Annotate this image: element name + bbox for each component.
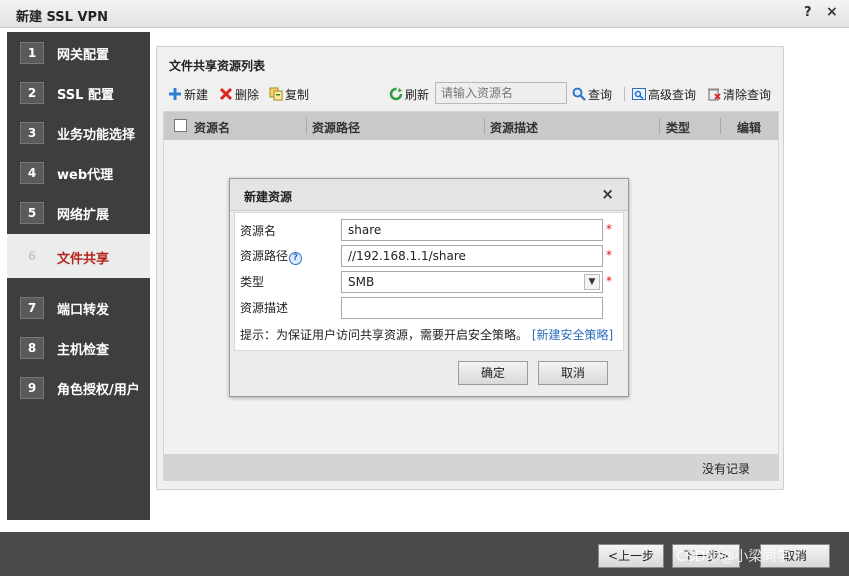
column-header-type[interactable]: 类型	[666, 119, 690, 136]
step-label: SSL 配置	[57, 88, 114, 103]
step-label: 网关配置	[57, 48, 110, 63]
help-icon[interactable]: ?	[804, 5, 812, 20]
resource-type-select[interactable]: SMB ▼	[341, 271, 603, 293]
required-mark: *	[606, 222, 612, 236]
query-label: 查询	[588, 88, 613, 102]
step-item-role-auth[interactable]: 9 角色授权/用户	[7, 369, 150, 405]
resource-path-input[interactable]	[341, 245, 603, 267]
select-all-checkbox[interactable]	[174, 119, 187, 132]
step-label: 主机检查	[57, 343, 110, 358]
copy-icon	[269, 87, 283, 101]
step-item-web-proxy[interactable]: 4 web代理	[7, 154, 150, 190]
new-security-policy-link[interactable]: [新建安全策略]	[532, 328, 613, 342]
advanced-query-button[interactable]: 高级查询	[632, 86, 696, 103]
step-number: 7	[20, 297, 44, 319]
advanced-query-label: 高级查询	[648, 88, 697, 102]
resource-description-label: 资源描述	[240, 301, 289, 315]
step-number: 2	[20, 82, 44, 104]
wizard-footer: <上一步 下一步> 取消 CSDN @小梁同学	[0, 532, 849, 576]
resource-path-label: 资源路径?	[240, 247, 303, 265]
dialog-close-icon[interactable]: ×	[601, 185, 614, 203]
new-resource-dialog: 新建资源 × 资源名 * 资源路径? * 类型 SMB ▼ * 资源描述 提示：…	[229, 178, 629, 397]
column-header-edit[interactable]: 编辑	[737, 119, 761, 136]
column-header-name[interactable]: 资源名	[194, 119, 230, 136]
clear-query-icon	[707, 87, 721, 101]
step-label: 角色授权/用户	[57, 383, 140, 398]
watermark-text: CSDN @小梁同学	[676, 549, 791, 565]
step-label: 业务功能选择	[57, 128, 136, 143]
step-number: 3	[20, 122, 44, 144]
table-header: 资源名 资源路径 资源描述 类型 编辑	[164, 112, 778, 140]
query-button[interactable]: 查询	[572, 86, 612, 103]
step-number: 1	[20, 42, 44, 64]
step-number: 6	[27, 249, 37, 263]
step-label: 文件共享	[57, 252, 110, 267]
confirm-button[interactable]: 确定	[458, 361, 528, 385]
table-footer: 没有记录	[164, 454, 778, 480]
copy-label: 复制	[285, 88, 310, 102]
step-number: 9	[20, 377, 44, 399]
resource-type-label: 类型	[240, 275, 265, 289]
clear-query-label: 清除查询	[723, 88, 772, 102]
resource-search-input[interactable]	[435, 82, 567, 104]
resource-type-value: SMB	[348, 275, 375, 289]
required-mark: *	[606, 274, 612, 288]
column-header-description[interactable]: 资源描述	[490, 119, 538, 136]
previous-step-button[interactable]: <上一步	[598, 544, 664, 568]
new-label: 新建	[184, 88, 209, 102]
dialog-header: 新建资源 ×	[230, 179, 628, 211]
dialog-form: 资源名 * 资源路径? * 类型 SMB ▼ * 资源描述 提示：为保证用户访问…	[234, 212, 624, 351]
copy-button[interactable]: 复制	[269, 86, 309, 103]
panel-title: 文件共享资源列表	[169, 59, 266, 73]
column-divider	[306, 118, 307, 134]
clear-query-button[interactable]: 清除查询	[707, 86, 771, 103]
no-records-text: 没有记录	[701, 462, 750, 476]
step-label: 网络扩展	[57, 208, 110, 223]
column-divider	[720, 118, 721, 134]
window-titlebar: 新建 SSL VPN ? ×	[0, 0, 849, 28]
step-label: 端口转发	[57, 303, 110, 318]
cancel-button[interactable]: 取消	[538, 361, 608, 385]
resource-description-input[interactable]	[341, 297, 603, 319]
step-number: 8	[20, 337, 44, 359]
step-item-feature-select[interactable]: 3 业务功能选择	[7, 114, 150, 150]
step-item-host-check[interactable]: 8 主机检查	[7, 329, 150, 365]
new-button[interactable]: 新建	[168, 86, 208, 103]
step-number: 5	[20, 202, 44, 224]
step-item-network-extension[interactable]: 5 网络扩展	[7, 194, 150, 230]
refresh-button[interactable]: 刷新	[389, 86, 429, 103]
window-title: 新建 SSL VPN	[16, 10, 108, 25]
close-icon[interactable]: ×	[826, 4, 838, 20]
magnifier-icon	[572, 87, 586, 101]
help-question-icon[interactable]: ?	[289, 252, 303, 265]
column-divider	[659, 118, 660, 134]
delete-label: 删除	[235, 88, 260, 102]
step-item-port-forward[interactable]: 7 端口转发	[7, 289, 150, 325]
step-number: 4	[20, 162, 44, 184]
step-item-file-share[interactable]: 6 文件共享	[7, 234, 150, 278]
toolbar-divider	[624, 87, 625, 101]
required-mark: *	[606, 248, 612, 262]
resource-name-label: 资源名	[240, 224, 277, 238]
step-item-gateway-config[interactable]: 1 网关配置	[7, 34, 150, 70]
resource-name-input[interactable]	[341, 219, 603, 241]
step-label: web代理	[57, 168, 114, 183]
column-header-path[interactable]: 资源路径	[312, 119, 360, 136]
refresh-label: 刷新	[405, 88, 430, 102]
plus-icon	[168, 87, 182, 101]
advanced-search-icon	[632, 87, 646, 101]
toolbar: 新建 删除 复制 刷新 查询 高级查询	[157, 81, 783, 107]
step-item-ssl-config[interactable]: 2 SSL 配置	[7, 74, 150, 110]
step-nav: 1 网关配置 2 SSL 配置 3 业务功能选择 4 web代理 5 网络扩展 …	[7, 32, 150, 520]
dialog-title: 新建资源	[244, 190, 293, 204]
chevron-down-icon[interactable]: ▼	[584, 274, 600, 290]
delete-button[interactable]: 删除	[219, 86, 259, 103]
hint-text: 提示：为保证用户访问共享资源，需要开启安全策略。	[240, 328, 529, 342]
delete-x-icon	[219, 87, 233, 101]
column-divider	[484, 118, 485, 134]
security-policy-hint: 提示：为保证用户访问共享资源，需要开启安全策略。 [新建安全策略]	[240, 326, 613, 343]
refresh-icon	[389, 87, 403, 101]
